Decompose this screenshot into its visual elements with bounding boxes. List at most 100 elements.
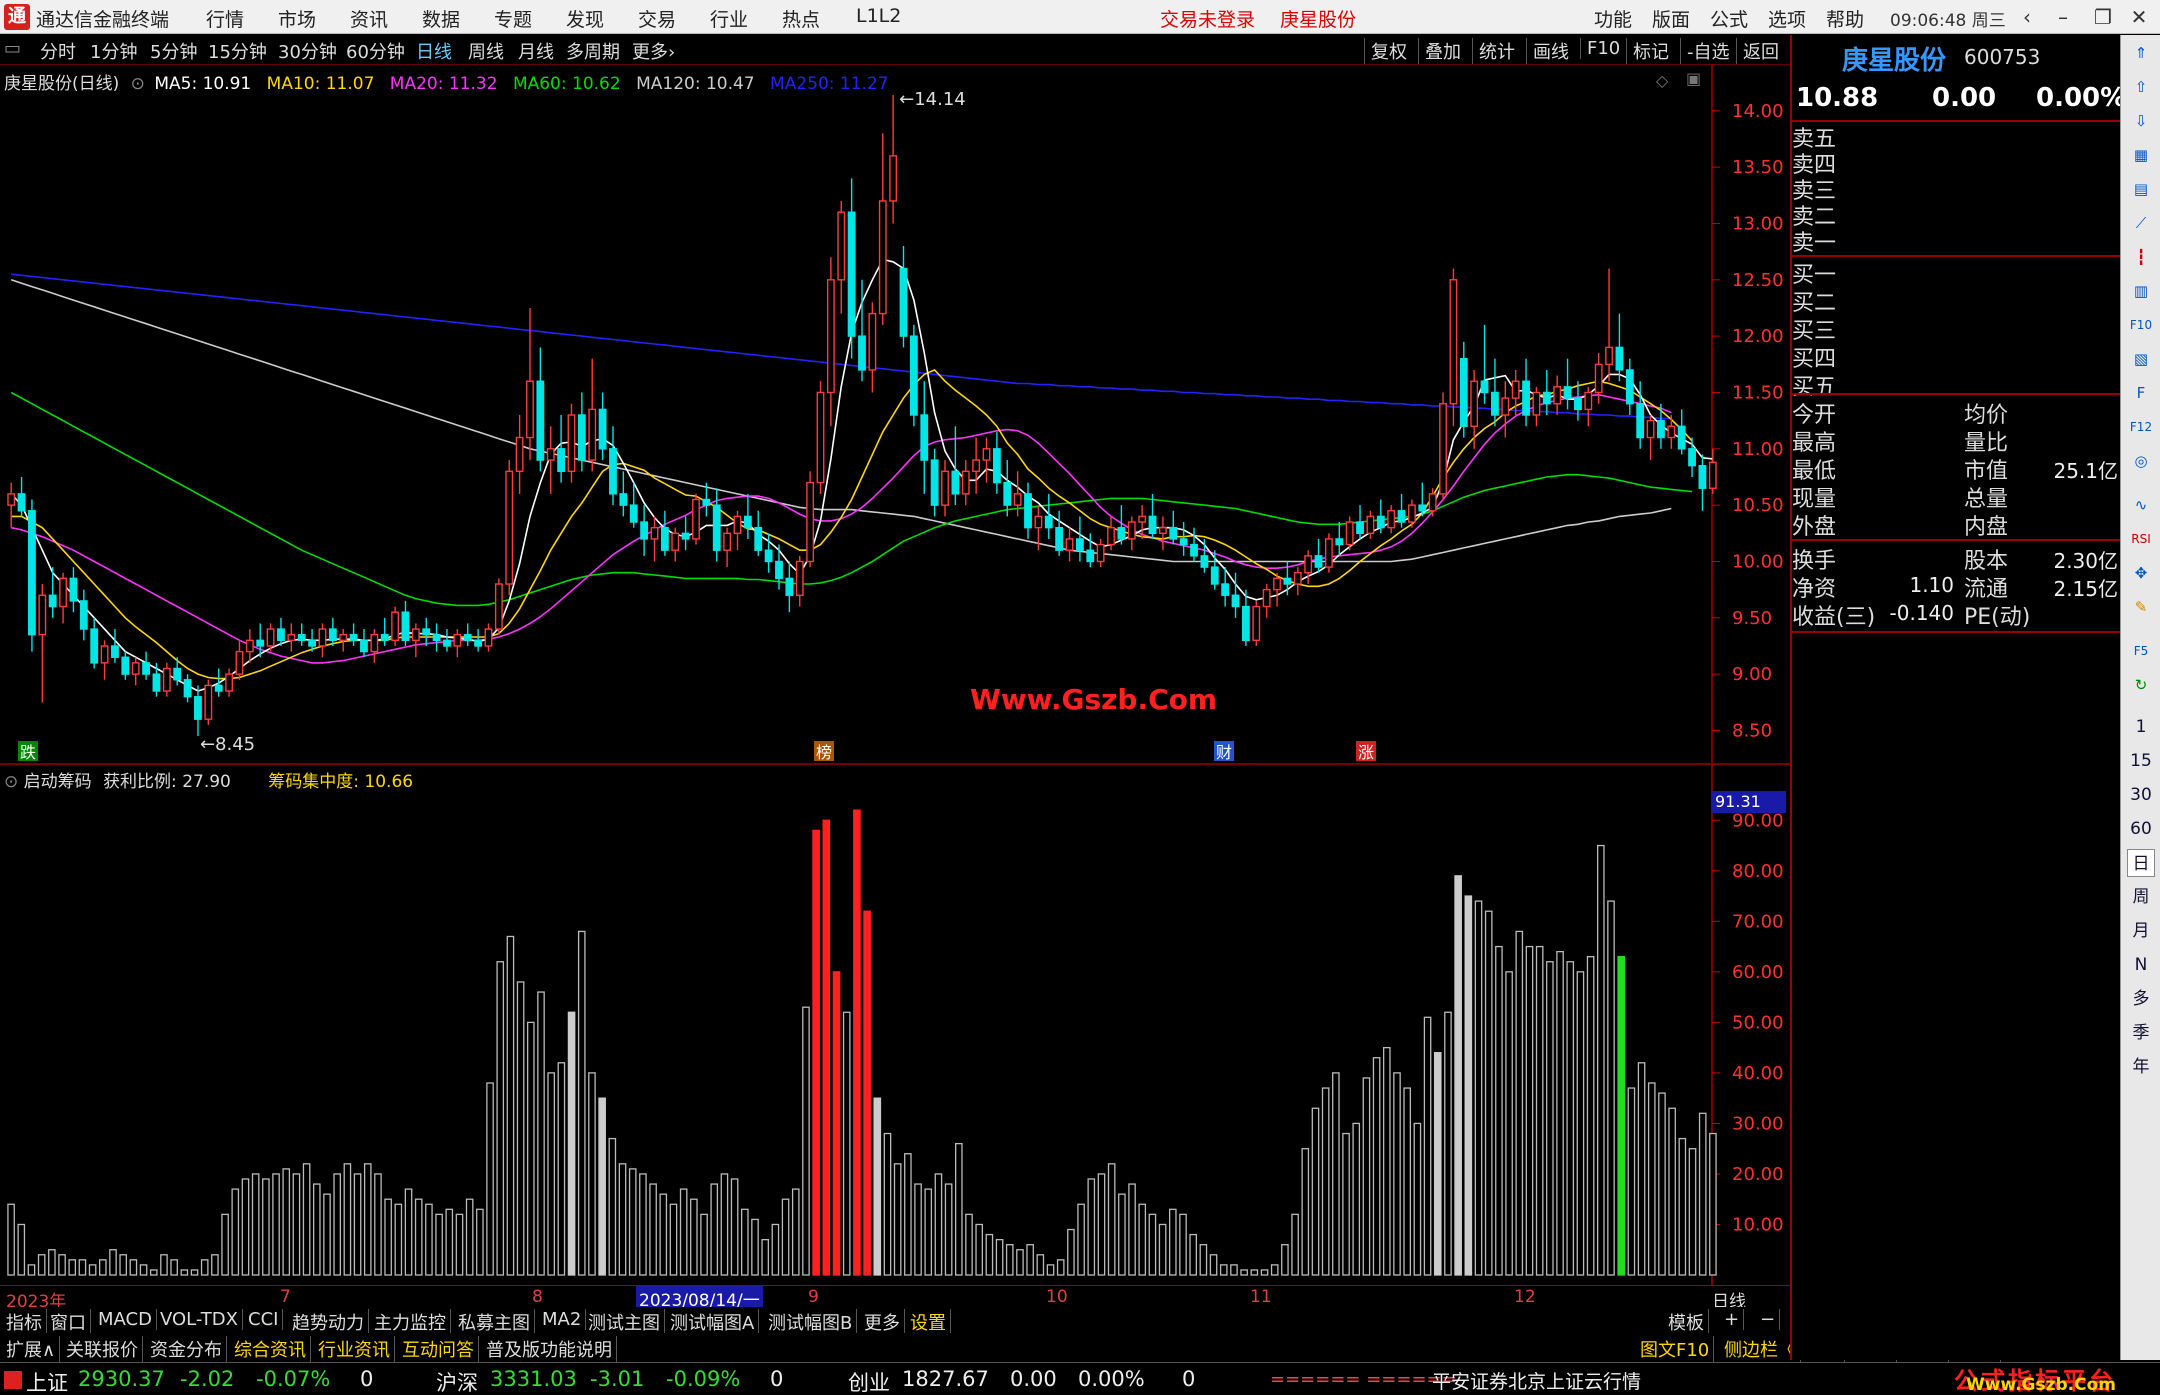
remove-button[interactable]: − xyxy=(1756,1309,1781,1330)
tab-feature-info[interactable]: 普及版功能说明 xyxy=(482,1336,617,1362)
period-more[interactable]: 更多› xyxy=(632,38,675,64)
tab-qa[interactable]: 互动问答 xyxy=(398,1336,479,1362)
period-5min[interactable]: 5分钟 xyxy=(150,38,197,64)
maximize-icon[interactable]: ❐ xyxy=(2086,2,2120,32)
candlestick-chart[interactable]: 14.00 13.50 13.00 12.50 12.00 11.50 11.00 10.50… xyxy=(0,65,1790,765)
period-n[interactable]: N xyxy=(2127,951,2155,979)
tab-ma2[interactable]: MA2 xyxy=(538,1309,587,1330)
list-icon[interactable]: ▥ xyxy=(2127,277,2155,305)
collapse-icon[interactable]: ▭ xyxy=(4,38,21,59)
tab-vol-tdx[interactable]: VOL-TDX xyxy=(156,1309,243,1330)
tool-stats[interactable]: 统计 xyxy=(1472,38,1521,64)
menu-industry[interactable]: 行业 xyxy=(710,5,748,32)
menu-topics[interactable]: 专题 xyxy=(494,5,532,32)
tab-test-b[interactable]: 测试幅图B xyxy=(764,1309,858,1335)
period-15[interactable]: 15 xyxy=(2127,747,2155,775)
period-monthly[interactable]: 月线 xyxy=(518,38,554,64)
candle-icon[interactable]: ┇ xyxy=(2127,243,2155,271)
tool-adjust[interactable]: 复权 xyxy=(1364,38,1413,64)
period-daily[interactable]: 日线 xyxy=(416,38,452,64)
period-month[interactable]: 月 xyxy=(2127,917,2155,945)
line-chart-icon[interactable]: ⟋ xyxy=(2127,209,2155,237)
indicator-dropdown-icon[interactable]: ⊙ xyxy=(4,772,18,792)
close-icon[interactable]: ✕ xyxy=(2122,2,2156,32)
template-button[interactable]: 模板 xyxy=(1664,1309,1709,1335)
f10-icon[interactable]: F10 xyxy=(2127,311,2155,339)
menu-quotes[interactable]: 行情 xyxy=(206,5,244,32)
f5-icon[interactable]: F5 xyxy=(2127,637,2155,665)
period-60[interactable]: 60 xyxy=(2127,815,2155,843)
wave-icon[interactable]: ∿ xyxy=(2127,491,2155,519)
menu-options[interactable]: 选项 xyxy=(1768,5,1806,32)
menu-layout[interactable]: 版面 xyxy=(1652,5,1690,32)
add-button[interactable]: + xyxy=(1720,1309,1745,1330)
tab-test-a[interactable]: 测试幅图A xyxy=(666,1309,760,1335)
chip-indicator-chart[interactable]: 90.00 80.00 70.00 60.00 50.00 40.00 30.00 20.00… xyxy=(0,765,1790,1285)
up-arrow-icon[interactable]: ⇑ xyxy=(2127,39,2155,67)
tab-indicator[interactable]: 指标 xyxy=(2,1309,47,1335)
hs-index-name[interactable]: 沪深 xyxy=(436,1367,478,1395)
f10-button[interactable]: 图文F10 xyxy=(1636,1336,1715,1362)
tab-cci[interactable]: CCI xyxy=(244,1309,284,1330)
sidebar-button[interactable]: 侧边栏《 xyxy=(1720,1336,1801,1362)
tab-more[interactable]: 更多 xyxy=(860,1309,905,1335)
tab-test-main[interactable]: 测试主图 xyxy=(584,1309,665,1335)
tab-window[interactable]: 窗口 xyxy=(46,1309,91,1335)
diamond-icon[interactable]: ◇ xyxy=(1656,71,1668,90)
period-weekly[interactable]: 周线 xyxy=(468,38,504,64)
menu-trade[interactable]: 交易 xyxy=(638,5,676,32)
grid-icon[interactable]: ▦ xyxy=(2127,141,2155,169)
tab-main-monitor[interactable]: 主力监控 xyxy=(370,1309,451,1335)
tool-draw[interactable]: 画线 xyxy=(1526,38,1575,64)
period-1[interactable]: 1 xyxy=(2127,713,2155,741)
tab-fund-distribution[interactable]: 资金分布 xyxy=(146,1336,227,1362)
period-1min[interactable]: 1分钟 xyxy=(90,38,137,64)
period-30min[interactable]: 30分钟 xyxy=(278,38,337,64)
doc-icon[interactable]: ▧ xyxy=(2127,345,2155,373)
tool-mark[interactable]: 标记 xyxy=(1626,38,1675,64)
period-15min[interactable]: 15分钟 xyxy=(208,38,267,64)
f-icon[interactable]: F xyxy=(2127,379,2155,407)
tab-private[interactable]: 私募主图 xyxy=(454,1309,535,1335)
menu-function[interactable]: 功能 xyxy=(1594,5,1632,32)
period-day[interactable]: 日 xyxy=(2127,849,2155,877)
menu-help[interactable]: 帮助 xyxy=(1826,5,1864,32)
back-icon[interactable]: ‹ xyxy=(2010,2,2044,32)
login-status[interactable]: 交易未登录 xyxy=(1160,5,1255,32)
period-60min[interactable]: 60分钟 xyxy=(346,38,405,64)
menu-l1l2[interactable]: L1L2 xyxy=(856,5,901,27)
tab-settings[interactable]: 设置 xyxy=(906,1309,951,1335)
tab-related-quotes[interactable]: 关联报价 xyxy=(62,1336,143,1362)
menu-formula[interactable]: 公式 xyxy=(1710,5,1748,32)
tab-trend[interactable]: 趋势动力 xyxy=(288,1309,369,1335)
down-icon[interactable]: ⇩ xyxy=(2127,107,2155,135)
f12-icon[interactable]: F12 xyxy=(2127,413,2155,441)
tab-expand[interactable]: 扩展∧ xyxy=(2,1336,61,1362)
rsi-icon[interactable]: RSI xyxy=(2127,525,2155,553)
tool-return[interactable]: 返回 xyxy=(1736,38,1785,64)
period-year[interactable]: 年 xyxy=(2127,1053,2155,1081)
menu-market[interactable]: 市场 xyxy=(278,5,316,32)
minimize-icon[interactable]: – xyxy=(2046,2,2080,32)
menu-news[interactable]: 资讯 xyxy=(350,5,388,32)
sh-index-name[interactable]: 上证 xyxy=(26,1367,68,1395)
cy-index-name[interactable]: 创业 xyxy=(848,1367,890,1395)
move-icon[interactable]: ✥ xyxy=(2127,559,2155,587)
up-icon[interactable]: ⇧ xyxy=(2127,73,2155,101)
menu-data[interactable]: 数据 xyxy=(422,5,460,32)
period-timeshare[interactable]: 分时 xyxy=(40,38,76,64)
table-icon[interactable]: ▤ xyxy=(2127,175,2155,203)
tab-general-news[interactable]: 综合资讯 xyxy=(230,1336,311,1362)
tab-industry-news[interactable]: 行业资讯 xyxy=(314,1336,395,1362)
pen-icon[interactable]: ✎ xyxy=(2127,593,2155,621)
period-quarter[interactable]: 季 xyxy=(2127,1019,2155,1047)
settings-dropdown-icon[interactable]: ⊙ xyxy=(131,74,145,94)
period-multi[interactable]: 多周期 xyxy=(566,38,620,64)
period-30[interactable]: 30 xyxy=(2127,781,2155,809)
circle-icon[interactable]: ◎ xyxy=(2127,447,2155,475)
menu-discover[interactable]: 发现 xyxy=(566,5,604,32)
panel-icon[interactable]: ▣ xyxy=(1686,69,1701,88)
tab-macd[interactable]: MACD xyxy=(94,1309,157,1330)
tool-watchlist[interactable]: -自选 xyxy=(1680,38,1736,64)
period-week[interactable]: 周 xyxy=(2127,883,2155,911)
